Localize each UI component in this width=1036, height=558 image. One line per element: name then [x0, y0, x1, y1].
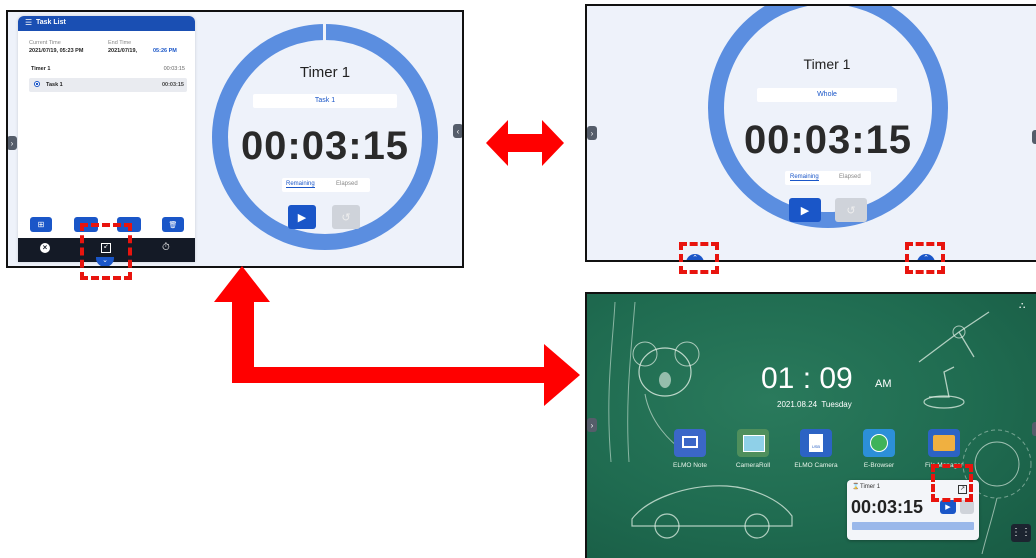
play-icon: ▶ — [945, 504, 951, 511]
panel-timer-whole: Timer 1 Whole 00:03:15 Remaining Elapsed… — [585, 4, 1036, 262]
tab-remaining[interactable]: Remaining — [286, 181, 315, 188]
task-badge: Task 1 — [253, 94, 397, 108]
tab-remaining[interactable]: Remaining — [790, 174, 819, 181]
task-badge-label: Task 1 — [314, 97, 336, 104]
end-time-clock: 05:26 PM — [153, 48, 177, 54]
highlight-chevron-left — [679, 242, 719, 274]
mode-toggle: Remaining Elapsed — [282, 178, 370, 192]
note-app-icon[interactable] — [674, 429, 706, 457]
expand-left-button[interactable]: › — [8, 136, 17, 150]
panel-timer-task-list: ☰ Task List Current Time 2021/07/19, 05:… — [6, 10, 464, 268]
app-label-camera-roll: CameraRoll — [735, 462, 771, 469]
highlight-expand — [931, 464, 973, 502]
panel-home-screen: ⛬ › ‹ 01 : 09 AM 2021.08.24 Tuesday ELMO… — [585, 292, 1036, 558]
task-row-time: 00:03:15 — [161, 81, 184, 88]
current-time-value: 2021/07/19, 05:23 PM — [29, 48, 84, 54]
app-label-elmo-camera: ELMO Camera — [794, 462, 838, 469]
delete-task-button[interactable]: 🗑 — [162, 217, 184, 232]
timer-ring — [708, 6, 948, 228]
mode-badge-label: Whole — [817, 91, 837, 98]
connector-arrow-icon — [214, 266, 580, 406]
network-icon[interactable]: ⛬ — [1019, 300, 1025, 311]
highlight-chevron-right — [905, 242, 945, 274]
mini-reset-button[interactable] — [960, 500, 974, 514]
ring-gap-marker — [826, 6, 829, 26]
home-clock-ampm: AM — [875, 378, 892, 390]
sidebar-title: Task List — [36, 19, 66, 26]
bidirectional-arrow-icon — [486, 120, 564, 166]
mini-countdown: 00:03:15 — [851, 497, 924, 517]
app-label-elmo-note: ELMO Note — [673, 462, 707, 469]
add-task-button[interactable]: ⊞ — [30, 217, 52, 232]
apps-grid-button[interactable]: ⋮⋮ — [1011, 524, 1031, 542]
home-date: 2021.08.24 Tuesday — [777, 400, 852, 409]
timer-icon: ⌛ — [852, 484, 860, 490]
reset-icon: ↺ — [846, 204, 856, 217]
timer-row-total: 00:03:15 — [163, 66, 185, 72]
play-button[interactable]: ▶ — [288, 205, 316, 229]
tab-elapsed[interactable]: Elapsed — [839, 174, 861, 180]
mini-timer-title: Timer 1 — [860, 484, 881, 490]
camera-roll-app-icon[interactable] — [737, 429, 769, 457]
play-icon: ▶ — [800, 204, 810, 217]
app-label-e-browser: E-Browser — [863, 462, 895, 469]
radio-selected-icon[interactable] — [34, 81, 40, 87]
timer-row-name: Timer 1 — [31, 66, 51, 72]
play-icon: ▶ — [297, 211, 307, 224]
mode-badge: Whole — [757, 88, 897, 102]
elmo-camera-app-icon[interactable]: USB — [800, 429, 832, 457]
expand-right-button[interactable]: ‹ — [1032, 422, 1036, 436]
tab-elapsed[interactable]: Elapsed — [336, 181, 358, 187]
collapse-right-button[interactable]: ‹ — [453, 124, 462, 138]
reset-icon: ↺ — [341, 211, 351, 224]
reset-button[interactable]: ↺ — [835, 198, 867, 222]
browser-app-icon[interactable] — [863, 429, 895, 457]
plus-icon: ⊞ — [37, 220, 45, 229]
task-row[interactable]: Task 1 00:03:15 — [29, 78, 187, 92]
play-button[interactable]: ▶ — [789, 198, 821, 222]
clock-title: Timer 1 — [803, 56, 851, 72]
file-manager-app-icon[interactable] — [928, 429, 960, 457]
expand-right-button[interactable]: ‹ — [1032, 130, 1036, 144]
ring-gap-marker — [323, 22, 326, 42]
sidebar-header: ☰ Task List — [18, 16, 195, 31]
highlight-minimize — [80, 223, 132, 280]
expand-left-button[interactable]: › — [587, 418, 597, 432]
expand-left-button[interactable]: › — [587, 126, 597, 140]
current-time-label: Current Time — [29, 40, 61, 46]
stopwatch-icon[interactable]: ⏱ — [162, 242, 170, 253]
end-time-date: 2021/07/19, — [108, 48, 138, 54]
close-icon[interactable]: × — [40, 243, 50, 253]
countdown-display: 00:03:15 — [743, 118, 913, 162]
mini-play-button[interactable]: ▶ — [940, 500, 956, 514]
countdown-display: 00:03:15 — [240, 124, 410, 168]
task-row-name: Task 1 — [46, 81, 63, 88]
timer-row[interactable]: Timer 1 00:03:15 — [29, 64, 187, 76]
robot-arm-sketch — [918, 311, 990, 409]
mode-toggle: Remaining Elapsed — [785, 171, 871, 185]
list-icon: ☰ — [25, 18, 33, 27]
home-clock: 01 : 09 — [761, 362, 853, 395]
mini-progress-bar — [852, 522, 974, 530]
clock-title: Timer 1 — [299, 64, 351, 81]
end-time-label: End Time — [108, 40, 132, 46]
car-sketch — [631, 485, 793, 539]
trash-icon: 🗑 — [168, 221, 178, 229]
reset-button[interactable]: ↺ — [332, 205, 360, 229]
